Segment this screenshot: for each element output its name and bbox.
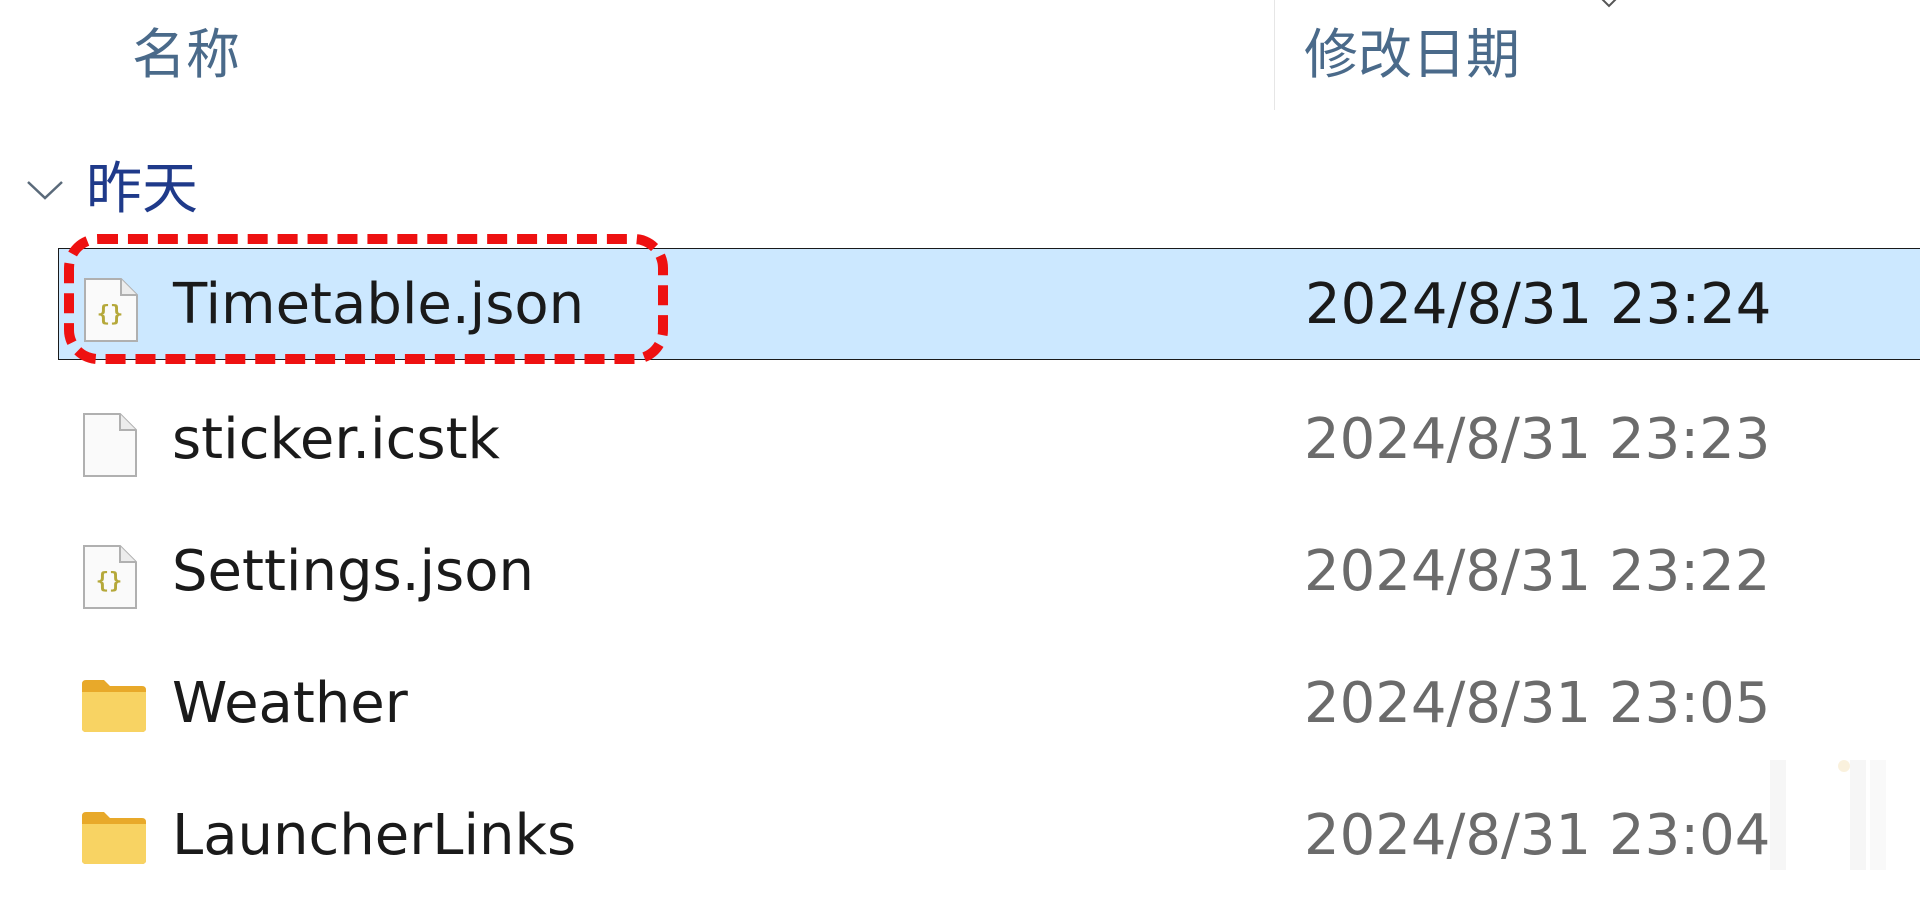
file-explorer-view: 名称 修改日期 昨天 {} Timetable.json 2024/8/31 2… <box>0 0 1920 902</box>
file-name: Settings.json <box>172 539 534 604</box>
watermark-icon <box>1770 760 1886 870</box>
file-date-modified: 2024/8/31 23:24 <box>1305 272 1772 337</box>
json-file-icon: {} <box>83 545 137 609</box>
column-divider[interactable] <box>1274 0 1275 110</box>
sort-chevron-icon <box>1601 0 1617 8</box>
folder-icon <box>82 812 146 864</box>
column-header-name[interactable]: 名称 <box>132 20 240 90</box>
folder-row-launcherlinks[interactable]: LauncherLinks 2024/8/31 23:04 <box>58 780 1920 892</box>
file-row-settings-json[interactable]: {} Settings.json 2024/8/31 23:22 <box>58 516 1920 628</box>
file-date-modified: 2024/8/31 23:05 <box>1304 671 1771 736</box>
folder-icon <box>82 680 146 732</box>
json-file-icon: {} <box>84 278 138 342</box>
folder-row-weather[interactable]: Weather 2024/8/31 23:05 <box>58 648 1920 760</box>
column-header-bar: 名称 修改日期 <box>0 0 1920 112</box>
file-name: LauncherLinks <box>172 803 577 868</box>
file-row-timetable-json[interactable]: {} Timetable.json 2024/8/31 23:24 <box>58 248 1920 360</box>
group-label: 昨天 <box>86 157 198 222</box>
group-header-yesterday[interactable]: 昨天 <box>20 150 198 230</box>
svg-text:{}: {} <box>97 302 124 327</box>
file-name: Timetable.json <box>173 272 585 337</box>
svg-text:{}: {} <box>96 569 123 594</box>
file-date-modified: 2024/8/31 23:04 <box>1304 803 1771 868</box>
chevron-down-icon[interactable] <box>20 165 70 215</box>
file-name: Weather <box>172 671 408 736</box>
column-header-date-modified[interactable]: 修改日期 <box>1304 20 1520 90</box>
file-row-sticker-icstk[interactable]: sticker.icstk 2024/8/31 23:23 <box>58 384 1920 496</box>
file-date-modified: 2024/8/31 23:22 <box>1304 539 1771 604</box>
file-date-modified: 2024/8/31 23:23 <box>1304 407 1771 472</box>
blank-file-icon <box>83 413 137 477</box>
file-name: sticker.icstk <box>172 407 500 472</box>
